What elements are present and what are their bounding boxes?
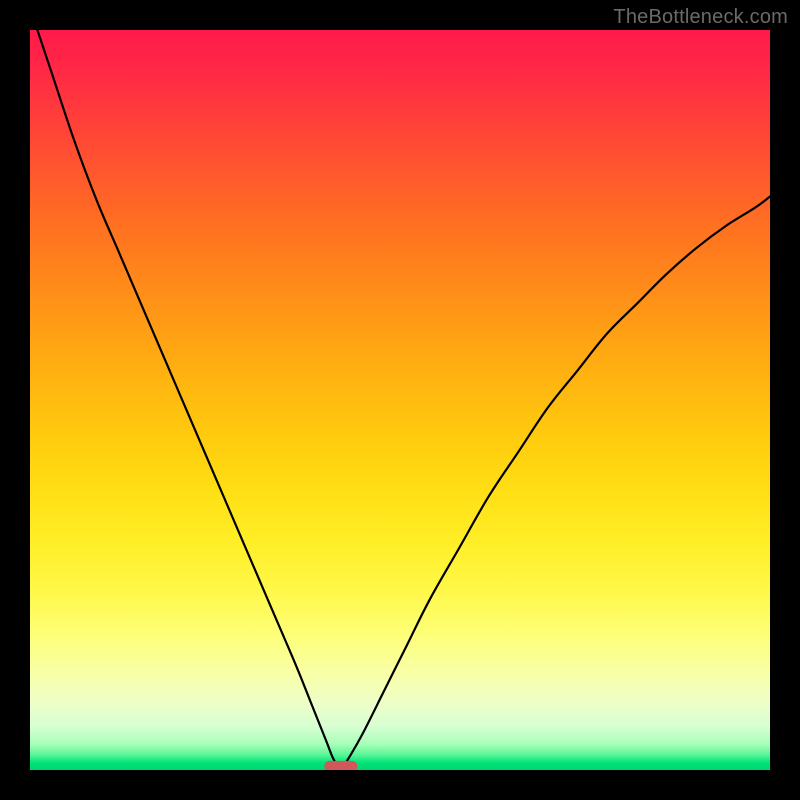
watermark-text: TheBottleneck.com [613,6,788,29]
optimum-marker [324,761,357,770]
plot-area [30,30,770,770]
chart-frame: TheBottleneck.com [0,0,800,800]
bottleneck-curve [30,30,770,770]
